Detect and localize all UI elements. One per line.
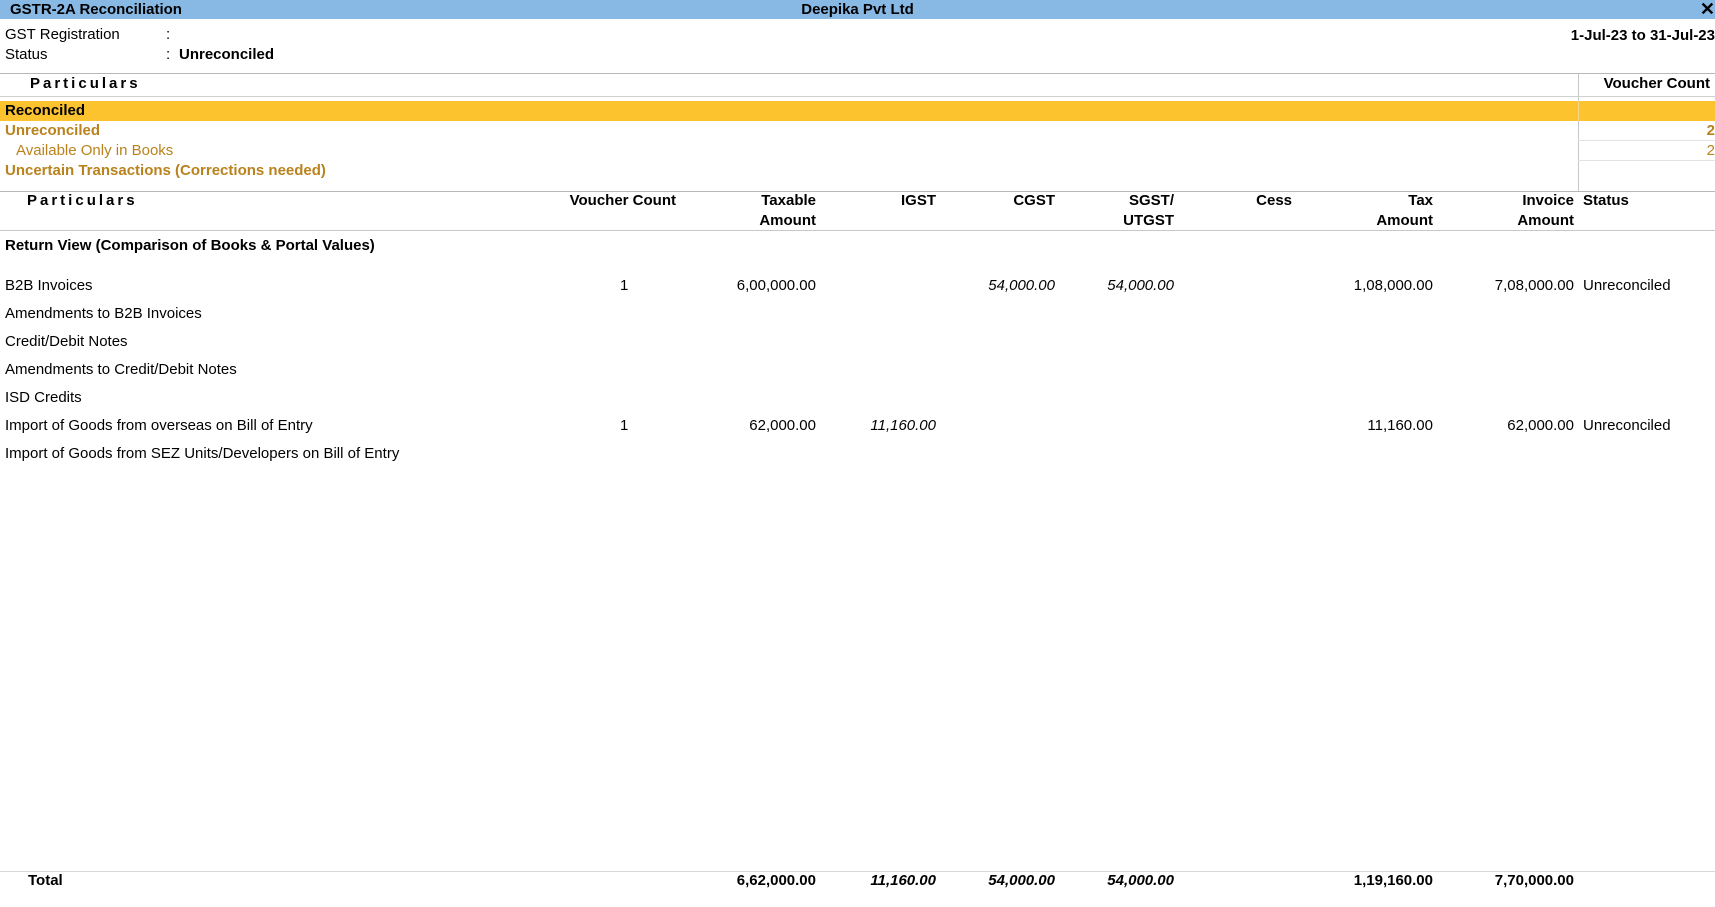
total-cgst: 54,000.00: [988, 872, 1055, 889]
col-header-sgst-line2: UTGST: [1123, 212, 1174, 229]
table-row[interactable]: Import of Goods from SEZ Units/Developer…: [0, 445, 1715, 467]
summary-row-reconciled[interactable]: Reconciled: [0, 101, 1715, 121]
title-bar: GSTR-2A Reconciliation Deepika Pvt Ltd ✕: [0, 0, 1715, 19]
gst-registration-line: GST Registration :: [0, 26, 400, 46]
cell-status: Unreconciled: [1583, 417, 1671, 434]
table-row[interactable]: ISD Credits: [0, 389, 1715, 411]
col-header-taxable-amount: Taxable Amount: [759, 191, 816, 231]
summary-row-label: Available Only in Books: [16, 142, 174, 159]
section-title-return-view: Return View (Comparison of Books & Porta…: [5, 237, 375, 254]
cell-sgst: 54,000.00: [1107, 277, 1174, 294]
cell-invoice-amount: 7,08,000.00: [1494, 277, 1574, 294]
col-header-invoice-line2: Amount: [1517, 212, 1574, 229]
summary-row-label: Uncertain Transactions (Corrections need…: [5, 162, 326, 179]
col-header-taxable-line2: Amount: [759, 212, 816, 229]
table-row[interactable]: Amendments to Credit/Debit Notes: [0, 361, 1715, 383]
cell-particulars: B2B Invoices: [5, 277, 93, 294]
cell-status: Unreconciled: [1583, 277, 1671, 294]
gst-registration-label: GST Registration: [5, 26, 120, 43]
summary-row-uncertain-transactions[interactable]: Uncertain Transactions (Corrections need…: [0, 161, 1715, 181]
cell-taxable-amount: 6,00,000.00: [736, 277, 816, 294]
col-header-particulars: Particulars: [27, 192, 138, 209]
table-header: Particulars Voucher Count Taxable Amount…: [0, 190, 1715, 231]
col-header-tax-amount: Tax Amount: [1376, 191, 1433, 231]
cell-taxable-amount: 62,000.00: [749, 417, 816, 434]
col-header-sgst-utgst: SGST/ UTGST: [1123, 191, 1174, 231]
col-header-tax-line1: Tax: [1408, 192, 1433, 209]
cell-particulars: Amendments to B2B Invoices: [5, 305, 202, 322]
column-divider: [1578, 101, 1579, 121]
status-colon: :: [166, 46, 171, 63]
cell-particulars: Import of Goods from SEZ Units/Developer…: [5, 445, 400, 462]
status-value: Unreconciled: [179, 46, 275, 63]
cell-tax-amount: 1,08,000.00: [1353, 277, 1433, 294]
table-row[interactable]: Amendments to B2B Invoices: [0, 305, 1715, 327]
cell-tax-amount: 11,160.00: [1367, 417, 1433, 434]
total-label: Total: [28, 872, 63, 889]
cell-cgst: 54,000.00: [988, 277, 1055, 294]
col-header-taxable-line1: Taxable: [761, 192, 816, 209]
summary-row-count: 2: [1706, 122, 1715, 139]
col-header-cgst: CGST: [1013, 192, 1055, 209]
close-icon[interactable]: ✕: [1700, 0, 1715, 20]
total-row: Total 6,62,000.00 11,160.00 54,000.00 54…: [0, 872, 1715, 894]
total-igst: 11,160.00: [870, 872, 936, 889]
period-range[interactable]: 1-Jul-23 to 31-Jul-23: [1571, 27, 1715, 44]
gst-registration-colon: :: [166, 26, 171, 43]
col-header-status: Status: [1583, 192, 1629, 209]
summary-row-label: Unreconciled: [5, 122, 101, 139]
total-sgst: 54,000.00: [1107, 872, 1174, 889]
cell-particulars: Amendments to Credit/Debit Notes: [5, 361, 237, 378]
status-line: Status : Unreconciled: [0, 46, 400, 66]
summary-panel: Particulars Voucher Count Reconciled Unr…: [0, 73, 1715, 192]
total-tax-amount: 1,19,160.00: [1353, 872, 1433, 889]
summary-row-label: Reconciled: [5, 102, 86, 119]
summary-row-unreconciled[interactable]: Unreconciled 2: [0, 121, 1715, 141]
table-row[interactable]: B2B Invoices 1 6,00,000.00 54,000.00 54,…: [0, 277, 1715, 299]
status-label: Status: [5, 46, 48, 63]
cell-particulars: Credit/Debit Notes: [5, 333, 128, 350]
cell-voucher-count: 1: [620, 277, 629, 294]
col-header-cess: Cess: [1256, 192, 1292, 209]
cell-particulars: Import of Goods from overseas on Bill of…: [5, 417, 313, 434]
total-invoice-amount: 7,70,000.00: [1494, 872, 1574, 889]
summary-voucher-count-header: Voucher Count: [1603, 75, 1710, 92]
summary-particulars-header: Particulars: [30, 75, 141, 92]
col-header-invoice-line1: Invoice: [1522, 192, 1574, 209]
cell-invoice-amount: 62,000.00: [1507, 417, 1574, 434]
cell-voucher-count: 1: [620, 417, 629, 434]
gstr2a-reconciliation-screen: GSTR-2A Reconciliation Deepika Pvt Ltd ✕…: [0, 0, 1715, 907]
company-name: Deepika Pvt Ltd: [801, 1, 914, 18]
table-row[interactable]: Credit/Debit Notes: [0, 333, 1715, 355]
col-header-voucher-count: Voucher Count: [569, 192, 676, 209]
summary-row-available-only-in-books[interactable]: Available Only in Books 2: [0, 141, 1715, 161]
header-divider: [0, 96, 1715, 97]
cell-particulars: ISD Credits: [5, 389, 82, 406]
summary-row-count: 2: [1706, 142, 1715, 159]
cell-igst: 11,160.00: [870, 417, 936, 434]
col-header-igst: IGST: [900, 192, 936, 209]
table-row[interactable]: Import of Goods from overseas on Bill of…: [0, 417, 1715, 439]
col-header-invoice-amount: Invoice Amount: [1517, 191, 1574, 231]
col-header-sgst-line1: SGST/: [1128, 192, 1174, 209]
col-header-tax-line2: Amount: [1376, 212, 1433, 229]
total-taxable-amount: 6,62,000.00: [736, 872, 816, 889]
